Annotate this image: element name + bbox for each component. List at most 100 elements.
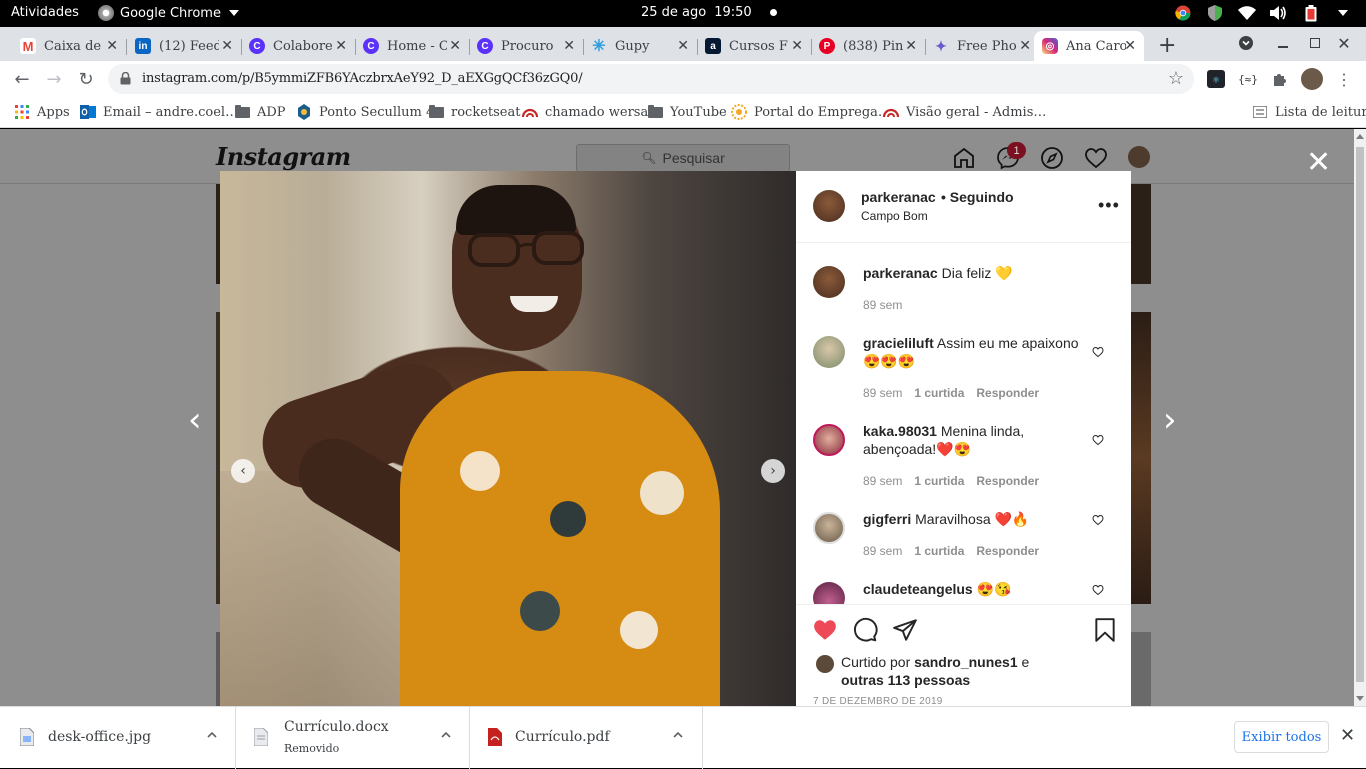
reload-button[interactable]: ↻ (74, 67, 98, 91)
chevron-down-icon[interactable] (1334, 4, 1352, 22)
scrollbar-thumb[interactable] (1356, 147, 1364, 682)
profile-avatar[interactable] (1301, 68, 1323, 90)
chevron-up-icon[interactable] (440, 729, 452, 741)
new-tab-button[interactable]: + (1158, 33, 1176, 58)
post-photo[interactable]: ‹ › (220, 171, 796, 706)
author-avatar[interactable] (813, 190, 845, 222)
bookmark-rocketseat[interactable]: rocketseat (428, 104, 520, 120)
previous-post-arrow-icon[interactable]: ‹ (188, 403, 208, 437)
comment-username[interactable]: gracieliluft (863, 335, 934, 351)
share-send-icon[interactable] (892, 617, 918, 643)
carousel-next-button[interactable]: › (761, 459, 785, 483)
chevron-up-icon[interactable] (206, 729, 218, 741)
window-close-button[interactable]: ✕ (1334, 33, 1354, 53)
tab-linkedin[interactable]: in (12) Feed ✕ (127, 31, 242, 61)
comment-likes[interactable]: 1 curtida (914, 544, 964, 558)
download-item[interactable]: Currículo.docx Removido (236, 707, 470, 769)
liked-by-user[interactable]: sandro_nunes1 (914, 654, 1017, 670)
download-item[interactable]: Currículo.pdf (470, 707, 703, 769)
close-icon[interactable]: ✕ (677, 38, 689, 54)
instagram-logo[interactable]: Instagram (216, 142, 351, 171)
react-devtools-icon[interactable]: ⚛ (1207, 70, 1225, 88)
tab-canva-procuro[interactable]: C Procuro ✕ (469, 31, 584, 61)
activity-heart-icon[interactable] (1084, 146, 1108, 170)
close-modal-button[interactable]: ✕ (1306, 148, 1331, 178)
carousel-prev-button[interactable]: ‹ (231, 459, 255, 483)
url-text[interactable]: instagram.com/p/B5ymmiZFB6YAczbrxAeY92_D… (142, 71, 583, 86)
download-item[interactable]: desk-office.jpg (0, 707, 236, 769)
close-icon[interactable]: ✕ (221, 38, 233, 54)
save-bookmark-icon[interactable] (1092, 617, 1118, 643)
close-downloads-bar-icon[interactable]: ✕ (1340, 725, 1355, 746)
tab-freepik[interactable]: ✦ Free Phot ✕ (925, 31, 1039, 61)
chrome-menu-icon[interactable]: ⋮ (1335, 70, 1353, 89)
caption-username[interactable]: parkeranac (863, 265, 938, 281)
scroll-down-arrow-icon[interactable] (1356, 696, 1364, 701)
close-icon[interactable]: ✕ (791, 38, 803, 54)
activities-button[interactable]: Atividades (11, 5, 79, 20)
json-viewer-icon[interactable]: {≈} (1238, 70, 1258, 88)
scroll-up-arrow-icon[interactable] (1356, 134, 1364, 139)
tab-canva-home[interactable]: C Home - C ✕ (355, 31, 470, 61)
commenter-avatar[interactable] (813, 512, 845, 544)
chevron-up-icon[interactable] (672, 729, 684, 741)
tab-search-button[interactable] (1236, 33, 1256, 53)
author-username[interactable]: parkeranac (861, 189, 936, 205)
clock[interactable]: 25 de ago 19:50 (641, 5, 777, 20)
system-tray[interactable] (1174, 4, 1352, 22)
close-icon[interactable]: ✕ (563, 38, 575, 54)
minimize-button[interactable] (1273, 33, 1293, 53)
chrome-tray-icon[interactable] (1174, 4, 1192, 22)
reading-list-button[interactable]: Lista de leitura (1252, 104, 1366, 120)
post-location[interactable]: Campo Bom (861, 209, 928, 223)
like-comment-heart-icon[interactable] (1092, 584, 1104, 596)
author-avatar[interactable] (813, 266, 845, 298)
comment-username[interactable]: claudeteangelus (863, 581, 973, 597)
tab-instagram[interactable]: ◎ Ana Caro ✕ (1034, 31, 1144, 61)
bookmark-chamado-wersa[interactable]: chamado wersa (522, 104, 648, 120)
comment-bubble-icon[interactable] (852, 617, 878, 643)
page-scrollbar[interactable] (1354, 129, 1366, 706)
commenter-avatar[interactable] (813, 336, 845, 368)
battery-icon[interactable] (1302, 4, 1320, 22)
close-icon[interactable]: ✕ (106, 38, 118, 54)
commenter-avatar[interactable] (813, 582, 845, 604)
bookmark-apps[interactable]: Apps (14, 104, 70, 120)
tab-canva-colabore[interactable]: C Colabore ✕ (241, 31, 356, 61)
following-status[interactable]: • Seguindo (941, 189, 1014, 205)
wifi-icon[interactable] (1238, 4, 1256, 22)
comment-likes[interactable]: 1 curtida (914, 474, 964, 488)
reply-button[interactable]: Responder (976, 386, 1039, 400)
shield-icon[interactable] (1206, 4, 1224, 22)
tab-gmail[interactable]: M Caixa de ✕ (12, 31, 127, 61)
close-icon[interactable]: ✕ (1124, 38, 1136, 54)
like-heart-icon[interactable] (812, 617, 838, 643)
reply-button[interactable]: Responder (976, 474, 1039, 488)
bookmark-visao-geral[interactable]: Visão geral - Admis… (883, 104, 1046, 120)
bookmark-ponto-secullum[interactable]: Ponto Secullum 4 (296, 104, 434, 120)
close-icon[interactable]: ✕ (449, 38, 461, 54)
more-options-icon[interactable]: ••• (1098, 195, 1120, 216)
show-all-downloads-button[interactable]: Exibir todos (1234, 721, 1329, 753)
profile-avatar[interactable] (1128, 146, 1150, 168)
close-icon[interactable]: ✕ (1019, 38, 1031, 54)
bookmark-portal-emprega[interactable]: Portal do Emprega… (731, 104, 891, 120)
app-menu[interactable]: Google Chrome (98, 5, 239, 21)
back-button[interactable]: ← (10, 67, 34, 91)
tab-pinterest[interactable]: P (838) Pin ✕ (811, 31, 926, 61)
tab-alura[interactable]: a Cursos F ✕ (697, 31, 812, 61)
bookmark-star-icon[interactable]: ☆ (1168, 68, 1184, 89)
explore-compass-icon[interactable] (1040, 146, 1064, 170)
close-icon[interactable]: ✕ (335, 38, 347, 54)
like-comment-heart-icon[interactable] (1092, 346, 1104, 358)
home-icon[interactable] (952, 146, 976, 170)
post-date[interactable]: 7 DE DEZEMBRO DE 2019 (813, 696, 943, 706)
next-post-arrow-icon[interactable]: › (1163, 403, 1183, 437)
bookmark-adp[interactable]: ADP (234, 104, 286, 120)
lock-icon[interactable] (120, 72, 131, 85)
bookmark-youtube[interactable]: YouTube (647, 104, 727, 120)
search-input[interactable]: 🔍︎ Pesquisar (576, 144, 790, 172)
address-bar[interactable]: instagram.com/p/B5ymmiZFB6YAczbrxAeY92_D… (108, 64, 1194, 94)
liker-avatar[interactable] (816, 655, 834, 673)
like-comment-heart-icon[interactable] (1092, 514, 1104, 526)
